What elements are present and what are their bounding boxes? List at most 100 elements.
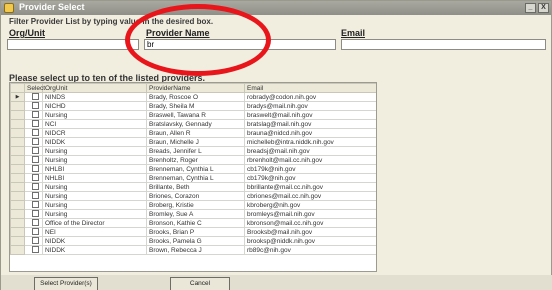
row-selector[interactable] (10, 182, 25, 192)
orgunit-cell[interactable]: Nursing (42, 155, 147, 165)
row-selector[interactable] (10, 119, 25, 129)
select-checkbox[interactable] (32, 111, 39, 119)
column-header-providername[interactable]: ProviderName (146, 83, 245, 93)
row-selector[interactable] (10, 173, 25, 183)
email-cell[interactable]: breadsj@mail.nih.gov (244, 146, 376, 156)
select-checkbox[interactable] (32, 219, 39, 227)
orgunit-cell[interactable]: NIDDK (42, 245, 147, 255)
table-row[interactable]: Nursing Briones, Corazon cbriones@mail.cc.… (10, 191, 376, 201)
table-row[interactable]: NHLBI Brenneman, Cynthia Lcb179k@nih.gov (10, 173, 376, 183)
current-row-indicator[interactable]: ▶ (10, 92, 25, 102)
orgunit-cell[interactable]: NIDCR (42, 128, 147, 138)
select-checkbox[interactable] (32, 129, 39, 137)
orgunit-cell[interactable]: NIDDK (42, 137, 147, 147)
table-row[interactable]: NCI Bratslavsky, Gennady bratslag@mail.nih… (10, 119, 376, 129)
orgunit-cell[interactable]: Nursing (42, 182, 147, 192)
orgunit-cell[interactable]: NCI (42, 119, 147, 129)
table-row[interactable]: NEI Brooks, Brian P Brooksb@mail.nih.gov (10, 227, 376, 237)
select-checkbox[interactable] (32, 120, 39, 128)
orgunit-cell[interactable]: Nursing (42, 209, 147, 219)
email-cell[interactable]: braswelt@mail.nih.gov (244, 110, 376, 120)
email-cell[interactable]: michelleb@intra.niddk.nih.gov (244, 137, 376, 147)
provider-name-cell[interactable]: Brenholtz, Roger (146, 155, 245, 165)
email-cell[interactable]: rb89c@nih.gov (244, 245, 376, 255)
orgunit-cell[interactable]: NINDS (42, 92, 147, 102)
email-cell[interactable]: Brooksb@mail.nih.gov (244, 227, 376, 237)
row-selector[interactable] (10, 155, 25, 165)
table-row[interactable]: Nursing Bromley, Sue Abromleys@mail.nih.g… (10, 209, 376, 219)
select-checkbox[interactable] (32, 156, 39, 164)
table-row[interactable]: Nursing Breads, Jennifer Lbreadsj@mail.ni… (10, 146, 376, 156)
provider-name-cell[interactable]: Bronson, Kathie C (146, 218, 245, 228)
cancel-button[interactable]: Cancel (170, 277, 230, 290)
email-cell[interactable]: kbroberg@nih.gov (244, 200, 376, 210)
row-selector[interactable] (10, 236, 25, 246)
row-selector[interactable] (10, 218, 25, 228)
table-row[interactable]: NIDCR Braun, Allen Rbrauna@nidcd.nih.gov (10, 128, 376, 138)
row-selector[interactable] (10, 146, 25, 156)
select-checkbox[interactable] (32, 246, 39, 254)
table-row[interactable]: NICHD Brady, Sheila Mbradys@mail.nih.gov (10, 101, 376, 111)
select-checkbox[interactable] (32, 201, 39, 209)
orgunit-cell[interactable]: Office of the Director (42, 218, 147, 228)
provider-name-cell[interactable]: Braun, Michelle J (146, 137, 245, 147)
provider-name-cell[interactable]: Brady, Roscoe O (146, 92, 245, 102)
row-selector[interactable] (10, 164, 25, 174)
email-cell[interactable]: rbrenholt@mail.cc.nih.gov (244, 155, 376, 165)
email-cell[interactable]: cb179k@nih.gov (244, 173, 376, 183)
provider-name-cell[interactable]: Brenneman, Cynthia L (146, 173, 245, 183)
orgunit-cell[interactable]: Nursing (42, 146, 147, 156)
row-selector[interactable] (10, 200, 25, 210)
row-selector[interactable] (10, 137, 25, 147)
select-checkbox[interactable] (32, 147, 39, 155)
select-providers-button[interactable]: Select Provider(s) (34, 277, 98, 290)
row-selector[interactable] (10, 227, 25, 237)
table-row[interactable]: Office of the Director Bronson, Kathie Ck… (10, 218, 376, 228)
orgunit-cell[interactable]: NHLBI (42, 164, 147, 174)
provider-name-cell[interactable]: Braun, Allen R (146, 128, 245, 138)
email-filter-input[interactable] (341, 39, 546, 50)
email-cell[interactable]: cbriones@mail.cc.nih.gov (244, 191, 376, 201)
email-cell[interactable]: robrady@codon.nih.gov (244, 92, 376, 102)
orgunit-cell[interactable]: NHLBI (42, 173, 147, 183)
minimize-button[interactable]: _ (525, 3, 536, 13)
table-row[interactable]: ▶ NINDS Brady, Roscoe Orobrady@codon.nih.g… (10, 92, 376, 102)
table-row[interactable]: Nursing Brenholtz, Roger rbrenholt@mail.cc… (10, 155, 376, 165)
provider-name-cell[interactable]: Broberg, Kristie (146, 200, 245, 210)
column-header-select[interactable]: Select (24, 83, 45, 93)
row-selector[interactable] (10, 128, 25, 138)
orgunit-cell[interactable]: NICHD (42, 101, 147, 111)
row-selector[interactable] (10, 110, 25, 120)
orgunit-cell[interactable]: Nursing (42, 191, 147, 201)
row-selector[interactable] (10, 191, 25, 201)
provider-name-cell[interactable]: Bratslavsky, Gennady (146, 119, 245, 129)
select-checkbox[interactable] (32, 210, 39, 218)
select-checkbox[interactable] (32, 183, 39, 191)
table-row[interactable]: NHLBI Brenneman, Cynthia Lcb179k@nih.gov (10, 164, 376, 174)
provider-name-cell[interactable]: Breads, Jennifer L (146, 146, 245, 156)
orgunit-cell[interactable]: NIDDK (42, 236, 147, 246)
orgunit-cell[interactable]: NEI (42, 227, 147, 237)
select-checkbox[interactable] (32, 165, 39, 173)
column-header-orgunit[interactable]: OrgUnit (42, 83, 147, 93)
table-row[interactable]: Nursing Brillante, Beth bbrillante@mail.cc… (10, 182, 376, 192)
select-checkbox[interactable] (32, 228, 39, 236)
provider-name-cell[interactable]: Braswell, Tawana R (146, 110, 245, 120)
select-checkbox[interactable] (32, 192, 39, 200)
email-cell[interactable]: bradys@mail.nih.gov (244, 101, 376, 111)
email-cell[interactable]: kbronson@mail.cc.nih.gov (244, 218, 376, 228)
provider-name-cell[interactable]: Brown, Rebecca J (146, 245, 245, 255)
provider-name-cell[interactable]: Brady, Sheila M (146, 101, 245, 111)
email-cell[interactable]: bratslag@mail.nih.gov (244, 119, 376, 129)
org-unit-filter-input[interactable] (7, 39, 139, 50)
orgunit-cell[interactable]: Nursing (42, 200, 147, 210)
row-selector[interactable] (10, 245, 25, 255)
email-cell[interactable]: bbrillante@mail.cc.nih.gov (244, 182, 376, 192)
select-checkbox[interactable] (32, 93, 39, 101)
close-button[interactable]: X (538, 3, 549, 13)
provider-name-cell[interactable]: Brooks, Pamela G (146, 236, 245, 246)
row-selector[interactable] (10, 101, 25, 111)
email-cell[interactable]: bromleys@mail.nih.gov (244, 209, 376, 219)
table-row[interactable]: Nursing Broberg, Kristie kbroberg@nih.gov (10, 200, 376, 210)
email-cell[interactable]: cb179k@nih.gov (244, 164, 376, 174)
